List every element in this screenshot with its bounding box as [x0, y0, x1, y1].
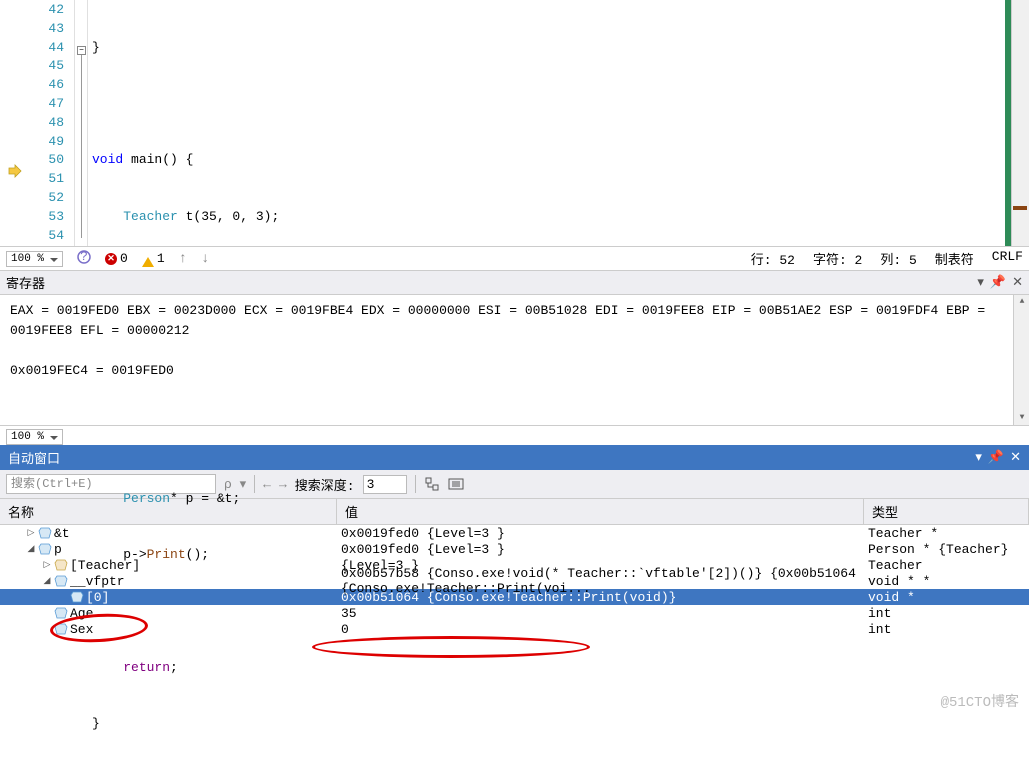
var-name: Age: [70, 606, 93, 621]
var-name: Sex: [70, 622, 93, 637]
line-number-gutter: 42434445464748495051525354: [28, 0, 74, 246]
watermark: @51CTO博客: [941, 691, 1019, 711]
scroll-down-icon[interactable]: ▼: [1015, 411, 1029, 425]
expander-icon[interactable]: ◢: [26, 544, 36, 554]
code-folding-column[interactable]: −: [74, 0, 88, 246]
expander-icon[interactable]: ▷: [42, 560, 52, 570]
svg-text:?: ?: [80, 250, 88, 264]
code-text[interactable]: } void main() { Teacher t(35, 0, 3); //t…: [88, 0, 1029, 246]
registers-text: EAX = 0019FED0 EBX = 0023D000 ECX = 0019…: [10, 301, 1019, 381]
var-name: &t: [54, 526, 70, 541]
breakpoint-margin[interactable]: [0, 0, 28, 246]
fold-guide-line: [81, 55, 82, 238]
expander-icon[interactable]: ◢: [42, 576, 52, 586]
scroll-marker: [1013, 206, 1027, 210]
info-icon[interactable]: ?: [77, 250, 91, 268]
expander-icon[interactable]: ▷: [26, 528, 36, 538]
scroll-up-icon[interactable]: ▲: [1015, 295, 1029, 309]
zoom-dropdown[interactable]: 100 %: [6, 251, 63, 267]
fold-toggle-icon[interactable]: −: [77, 46, 86, 55]
current-line-arrow-icon: [8, 164, 22, 178]
var-name: p: [54, 542, 62, 557]
vertical-scrollbar[interactable]: [1011, 0, 1029, 246]
warning-icon: [142, 251, 154, 267]
registers-scrollbar[interactable]: ▲ ▼: [1013, 295, 1029, 425]
registers-panel: EAX = 0019FED0 EBX = 0023D000 ECX = 0019…: [0, 295, 1029, 425]
code-editor[interactable]: 42434445464748495051525354 − } void main…: [0, 0, 1029, 246]
registers-zoom-dropdown[interactable]: 100 %: [6, 429, 63, 445]
